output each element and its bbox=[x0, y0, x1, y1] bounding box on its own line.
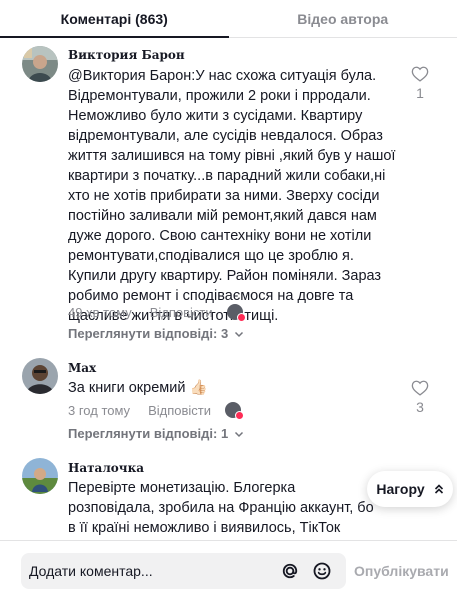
comment-time: 49 хв тому bbox=[68, 304, 132, 320]
emoji-icon[interactable] bbox=[312, 561, 332, 581]
comment-item: Max За книги окремий 👍🏻 3 год тому Відпо… bbox=[0, 354, 457, 454]
scroll-to-top-label: Нагору bbox=[376, 481, 425, 497]
comment-item: Виктория Барон @Виктория Барон:У нас схо… bbox=[0, 38, 457, 354]
at-sign-icon[interactable] bbox=[280, 561, 300, 581]
reply-button[interactable]: Відповісти bbox=[148, 403, 211, 418]
double-chevron-up-icon bbox=[434, 484, 443, 494]
comment-text: Перевірте монетизацію. Блогерка розповід… bbox=[68, 480, 374, 536]
comment-tabs: Коментарі (863) Відео автора bbox=[0, 0, 457, 38]
comment-list[interactable]: Виктория Барон @Виктория Барон:У нас схо… bbox=[0, 38, 457, 540]
comment-composer: Опублікувати bbox=[0, 540, 457, 600]
heart-badge-icon bbox=[235, 411, 244, 420]
tab-comments[interactable]: Коментарі (863) bbox=[0, 0, 229, 38]
avatar[interactable] bbox=[22, 458, 58, 494]
creator-liked-avatar bbox=[225, 402, 244, 420]
comment-meta: 3 год тому Відповісти bbox=[68, 402, 244, 420]
creator-liked-avatar bbox=[226, 304, 246, 322]
avatar[interactable] bbox=[22, 358, 58, 394]
heart-icon bbox=[411, 380, 429, 396]
comment-input-box[interactable] bbox=[21, 553, 346, 589]
view-replies-label: Переглянути відповіді: 1 bbox=[68, 426, 229, 441]
comment-author[interactable]: Виктория Барон bbox=[68, 48, 185, 62]
like-button[interactable]: 3 bbox=[408, 380, 432, 415]
view-replies-button[interactable]: Переглянути відповіді: 3 bbox=[68, 326, 244, 341]
heart-badge-icon bbox=[236, 313, 246, 322]
view-replies-label: Переглянути відповіді: 3 bbox=[68, 326, 229, 341]
comment-time: 3 год тому bbox=[68, 402, 131, 418]
avatar[interactable] bbox=[22, 46, 58, 82]
post-button[interactable]: Опублікувати bbox=[354, 553, 449, 589]
comment-input[interactable] bbox=[29, 553, 269, 589]
scroll-to-top-button[interactable]: Нагору bbox=[367, 471, 453, 507]
chevron-down-icon bbox=[235, 331, 244, 337]
heart-icon bbox=[411, 66, 429, 82]
tab-author-videos[interactable]: Відео автора bbox=[229, 0, 457, 37]
comment-meta: 49 хв тому Відповісти bbox=[68, 304, 246, 322]
reply-button[interactable]: Відповісти bbox=[150, 305, 213, 320]
like-count: 1 bbox=[416, 85, 424, 101]
like-button[interactable]: 1 bbox=[408, 66, 432, 101]
like-count: 3 bbox=[416, 399, 424, 415]
comment-author[interactable]: Max bbox=[68, 361, 96, 375]
chevron-down-icon bbox=[235, 431, 244, 437]
comment-text: За книги окремий 👍🏻 bbox=[68, 380, 208, 396]
comment-text: @Виктория Барон:У нас схожа ситуація бул… bbox=[68, 68, 396, 324]
comment-author[interactable]: Наталочка bbox=[68, 461, 144, 475]
view-replies-button[interactable]: Переглянути відповіді: 1 bbox=[68, 426, 244, 441]
